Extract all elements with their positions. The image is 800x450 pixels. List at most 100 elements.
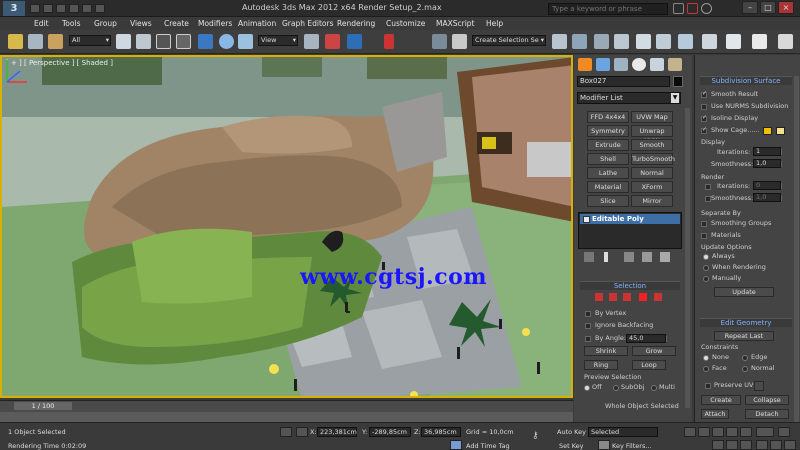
loop-button[interactable]: Loop	[632, 360, 666, 370]
modifier-button[interactable]: Material	[587, 181, 629, 193]
update-button[interactable]: Update	[714, 287, 774, 297]
vertex-mode-icon[interactable]	[595, 293, 603, 301]
next-frame-icon[interactable]	[726, 427, 738, 437]
modifier-button[interactable]: Extrude	[587, 139, 629, 151]
render-smoothness-spinner[interactable]: 1,0	[753, 193, 782, 202]
smoothing-groups-checkbox[interactable]	[701, 221, 707, 227]
stack-item-editable-poly[interactable]: Editable Poly	[580, 214, 680, 224]
current-frame-field[interactable]	[756, 427, 774, 437]
time-config-icon[interactable]	[778, 427, 790, 437]
material-editor-icon[interactable]	[678, 34, 693, 49]
align-icon[interactable]	[572, 34, 587, 49]
constraint-normal-radio[interactable]	[742, 366, 748, 372]
modifier-button[interactable]: Shell	[587, 153, 629, 165]
menu-group[interactable]: Group	[94, 19, 117, 28]
grow-button[interactable]: Grow	[632, 346, 676, 356]
shrink-button[interactable]: Shrink	[584, 346, 628, 356]
selection-filter-dropdown[interactable]: All	[69, 35, 111, 46]
absolute-mode-icon[interactable]	[296, 427, 308, 437]
select-link-icon[interactable]	[8, 34, 23, 49]
project-folder-icon[interactable]	[95, 4, 105, 13]
zoom-all-icon[interactable]	[726, 440, 738, 450]
select-scale-icon[interactable]	[238, 34, 253, 49]
render-production-icon[interactable]	[752, 34, 767, 49]
subdivision-rollout-header[interactable]: Subdivision Surface	[700, 76, 792, 85]
selection-rollout-header[interactable]: Selection	[580, 281, 680, 290]
ring-button[interactable]: Ring	[584, 360, 618, 370]
add-time-tag-button[interactable]: Add Time Tag	[466, 442, 510, 450]
menu-animation[interactable]: Animation	[238, 19, 276, 28]
menu-maxscript[interactable]: MAXScript	[436, 19, 475, 28]
binoculars-icon[interactable]	[673, 3, 684, 14]
modifier-button[interactable]: TurboSmooth	[631, 153, 675, 165]
constraint-face-radio[interactable]	[703, 366, 709, 372]
edit-geometry-rollout-header[interactable]: Edit Geometry	[700, 318, 792, 327]
display-tab-icon[interactable]	[650, 58, 664, 71]
perspective-viewport[interactable]: [ + ] [ Perspective ] [ Shaded ] www.cgt…	[0, 55, 573, 398]
select-manipulate-icon[interactable]	[325, 34, 340, 49]
x-coordinate-field[interactable]: 223,381cm	[317, 427, 357, 437]
modifier-button[interactable]: Symmetry	[587, 125, 629, 137]
new-file-icon[interactable]	[30, 4, 40, 13]
modifier-button[interactable]: Mirror	[631, 195, 673, 207]
attach-button[interactable]: Attach	[701, 409, 729, 419]
modifier-stack[interactable]: Editable Poly	[578, 212, 682, 249]
select-by-name-icon[interactable]	[136, 34, 151, 49]
menu-tools[interactable]: Tools	[62, 19, 80, 28]
maximize-button[interactable]: □	[760, 1, 776, 14]
window-crossing-icon[interactable]	[176, 34, 191, 49]
modifier-button[interactable]: Smooth	[631, 139, 673, 151]
utilities-tab-icon[interactable]	[668, 58, 682, 71]
modifier-list-dropdown[interactable]: Modifier List ▼	[577, 92, 681, 104]
select-rotate-icon[interactable]	[219, 34, 234, 49]
when-rendering-radio[interactable]	[703, 265, 709, 271]
rendered-frame-icon[interactable]	[726, 34, 741, 49]
remove-modifier-icon[interactable]	[642, 252, 652, 262]
preserve-uvs-settings-button[interactable]	[754, 381, 764, 391]
undo-icon[interactable]	[69, 4, 79, 13]
zoom-extents-icon[interactable]	[740, 440, 752, 450]
go-to-start-icon[interactable]	[684, 427, 696, 437]
modifier-button[interactable]: Lathe	[587, 167, 629, 179]
hierarchy-tab-icon[interactable]	[614, 58, 628, 71]
zoom-icon[interactable]	[712, 440, 724, 450]
bind-space-warp-icon[interactable]	[48, 34, 63, 49]
play-icon[interactable]	[712, 427, 724, 437]
minimize-button[interactable]: –	[742, 1, 758, 14]
motion-tab-icon[interactable]	[632, 58, 646, 71]
pan-view-icon[interactable]	[756, 440, 768, 450]
preview-off-radio[interactable]	[584, 385, 590, 391]
named-selection-icon[interactable]	[452, 34, 467, 49]
modify-tab-icon[interactable]	[596, 58, 610, 71]
command-panel-scrollbar[interactable]	[685, 108, 690, 408]
make-unique-icon[interactable]	[624, 252, 634, 262]
render-iterations-spinner[interactable]: 0	[753, 181, 782, 190]
edit-named-selection-icon[interactable]	[432, 34, 447, 49]
border-mode-icon[interactable]	[623, 293, 631, 301]
object-name-field[interactable]: Box027	[577, 76, 670, 87]
use-nurms-checkbox[interactable]	[701, 104, 707, 110]
layer-manager-icon[interactable]	[594, 34, 609, 49]
keyboard-shortcut-override-icon[interactable]	[347, 34, 362, 49]
key-icon[interactable]: ⚷	[532, 432, 548, 442]
subdivision-panel-scrollbar[interactable]	[794, 76, 799, 424]
previous-frame-icon[interactable]	[698, 427, 710, 437]
menu-views[interactable]: Views	[130, 19, 152, 28]
constraint-none-radio[interactable]	[703, 355, 709, 361]
always-radio[interactable]	[703, 254, 709, 260]
cage-color-swatch[interactable]	[763, 127, 772, 135]
key-mode-dropdown[interactable]: Selected	[588, 427, 658, 437]
search-input[interactable]	[548, 3, 668, 15]
collapse-button[interactable]: Collapse	[745, 395, 789, 405]
isoline-display-checkbox[interactable]	[701, 114, 707, 122]
y-coordinate-field[interactable]: -289,85cm	[369, 427, 411, 437]
selection-lock-icon[interactable]	[280, 427, 292, 437]
time-slider-track[interactable]	[0, 400, 573, 412]
create-button[interactable]: Create	[701, 395, 741, 405]
modifier-button[interactable]: Slice	[587, 195, 629, 207]
auto-key-button[interactable]: Auto Key	[557, 428, 586, 436]
named-selection-sets-dropdown[interactable]: Create Selection Se	[472, 35, 546, 46]
set-key-button[interactable]: Set Key	[559, 442, 584, 450]
menu-rendering[interactable]: Rendering	[337, 19, 375, 28]
help-icon[interactable]	[701, 3, 712, 14]
